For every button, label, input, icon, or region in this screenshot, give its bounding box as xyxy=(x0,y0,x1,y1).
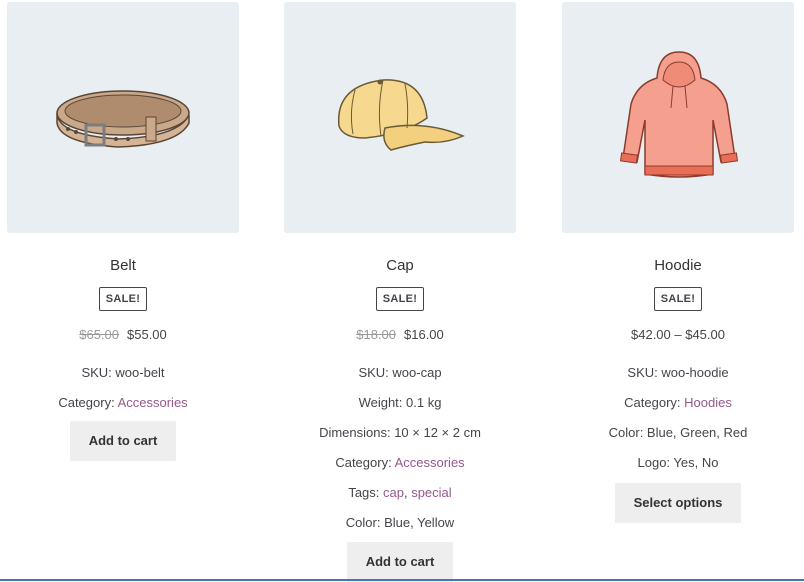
sale-badge: SALE! xyxy=(98,287,148,311)
category-link[interactable]: Hoodies xyxy=(684,395,732,410)
product-title[interactable]: Belt xyxy=(7,257,239,275)
regular-price: $18.00 xyxy=(356,327,396,342)
add-to-cart-button[interactable]: Add to cart xyxy=(346,542,454,582)
sale-price: $55.00 xyxy=(127,327,167,342)
tags-line: Tags: cap, special xyxy=(348,485,452,500)
select-options-button[interactable]: Select options xyxy=(614,483,742,523)
sku-value: woo-cap xyxy=(392,365,442,380)
weight-line: Weight: 0.1 kg xyxy=(358,395,442,410)
product-price: $65.00 $55.00 xyxy=(7,326,239,344)
color-line: Color: Blue, Green, Red xyxy=(608,425,748,440)
sku-line: SKU: woo-cap xyxy=(358,365,442,380)
sku-line: SKU: woo-hoodie xyxy=(627,365,729,380)
product-image[interactable] xyxy=(7,2,239,233)
category-link[interactable]: Accessories xyxy=(395,455,465,470)
product-card-cap: Cap SALE! $18.00 $16.00 SKU: woo-cap Weig… xyxy=(284,2,516,582)
tag-link-special[interactable]: special xyxy=(411,485,451,500)
product-price: $42.00 – $45.00 xyxy=(631,327,725,342)
product-card-hoodie: Hoodie SALE! $42.00 – $45.00 SKU: woo-ho… xyxy=(562,2,794,523)
add-to-cart-button[interactable]: Add to cart xyxy=(69,421,177,461)
sku-value: woo-belt xyxy=(115,365,165,380)
product-card-belt: Belt SALE! $65.00 $55.00 SKU: woo-belt Ca… xyxy=(7,2,239,461)
product-title[interactable]: Cap xyxy=(284,257,516,275)
dimensions-line: Dimensions: 10 × 12 × 2 cm xyxy=(319,425,481,440)
sale-badge: SALE! xyxy=(653,287,703,311)
product-image[interactable] xyxy=(562,2,794,233)
product-title[interactable]: Hoodie xyxy=(562,257,794,275)
sku-line: SKU: woo-belt xyxy=(81,365,165,380)
bottom-divider xyxy=(0,579,804,581)
hoodie-icon xyxy=(619,50,739,178)
tag-link-cap[interactable]: cap xyxy=(383,485,404,500)
logo-line: Logo: Yes, No xyxy=(637,455,719,470)
belt-icon xyxy=(56,89,190,148)
sale-price: $16.00 xyxy=(404,327,444,342)
regular-price: $65.00 xyxy=(79,327,119,342)
category-link[interactable]: Accessories xyxy=(118,395,188,410)
cap-icon xyxy=(338,78,465,151)
product-image[interactable] xyxy=(284,2,516,233)
color-line: Color: Blue, Yellow xyxy=(345,515,455,530)
sale-badge: SALE! xyxy=(375,287,425,311)
product-price: $18.00 $16.00 xyxy=(284,326,516,344)
category-line: Category: Hoodies xyxy=(624,395,732,410)
category-line: Category: Accessories xyxy=(335,455,465,470)
sku-value: woo-hoodie xyxy=(661,365,729,380)
category-line: Category: Accessories xyxy=(58,395,188,410)
